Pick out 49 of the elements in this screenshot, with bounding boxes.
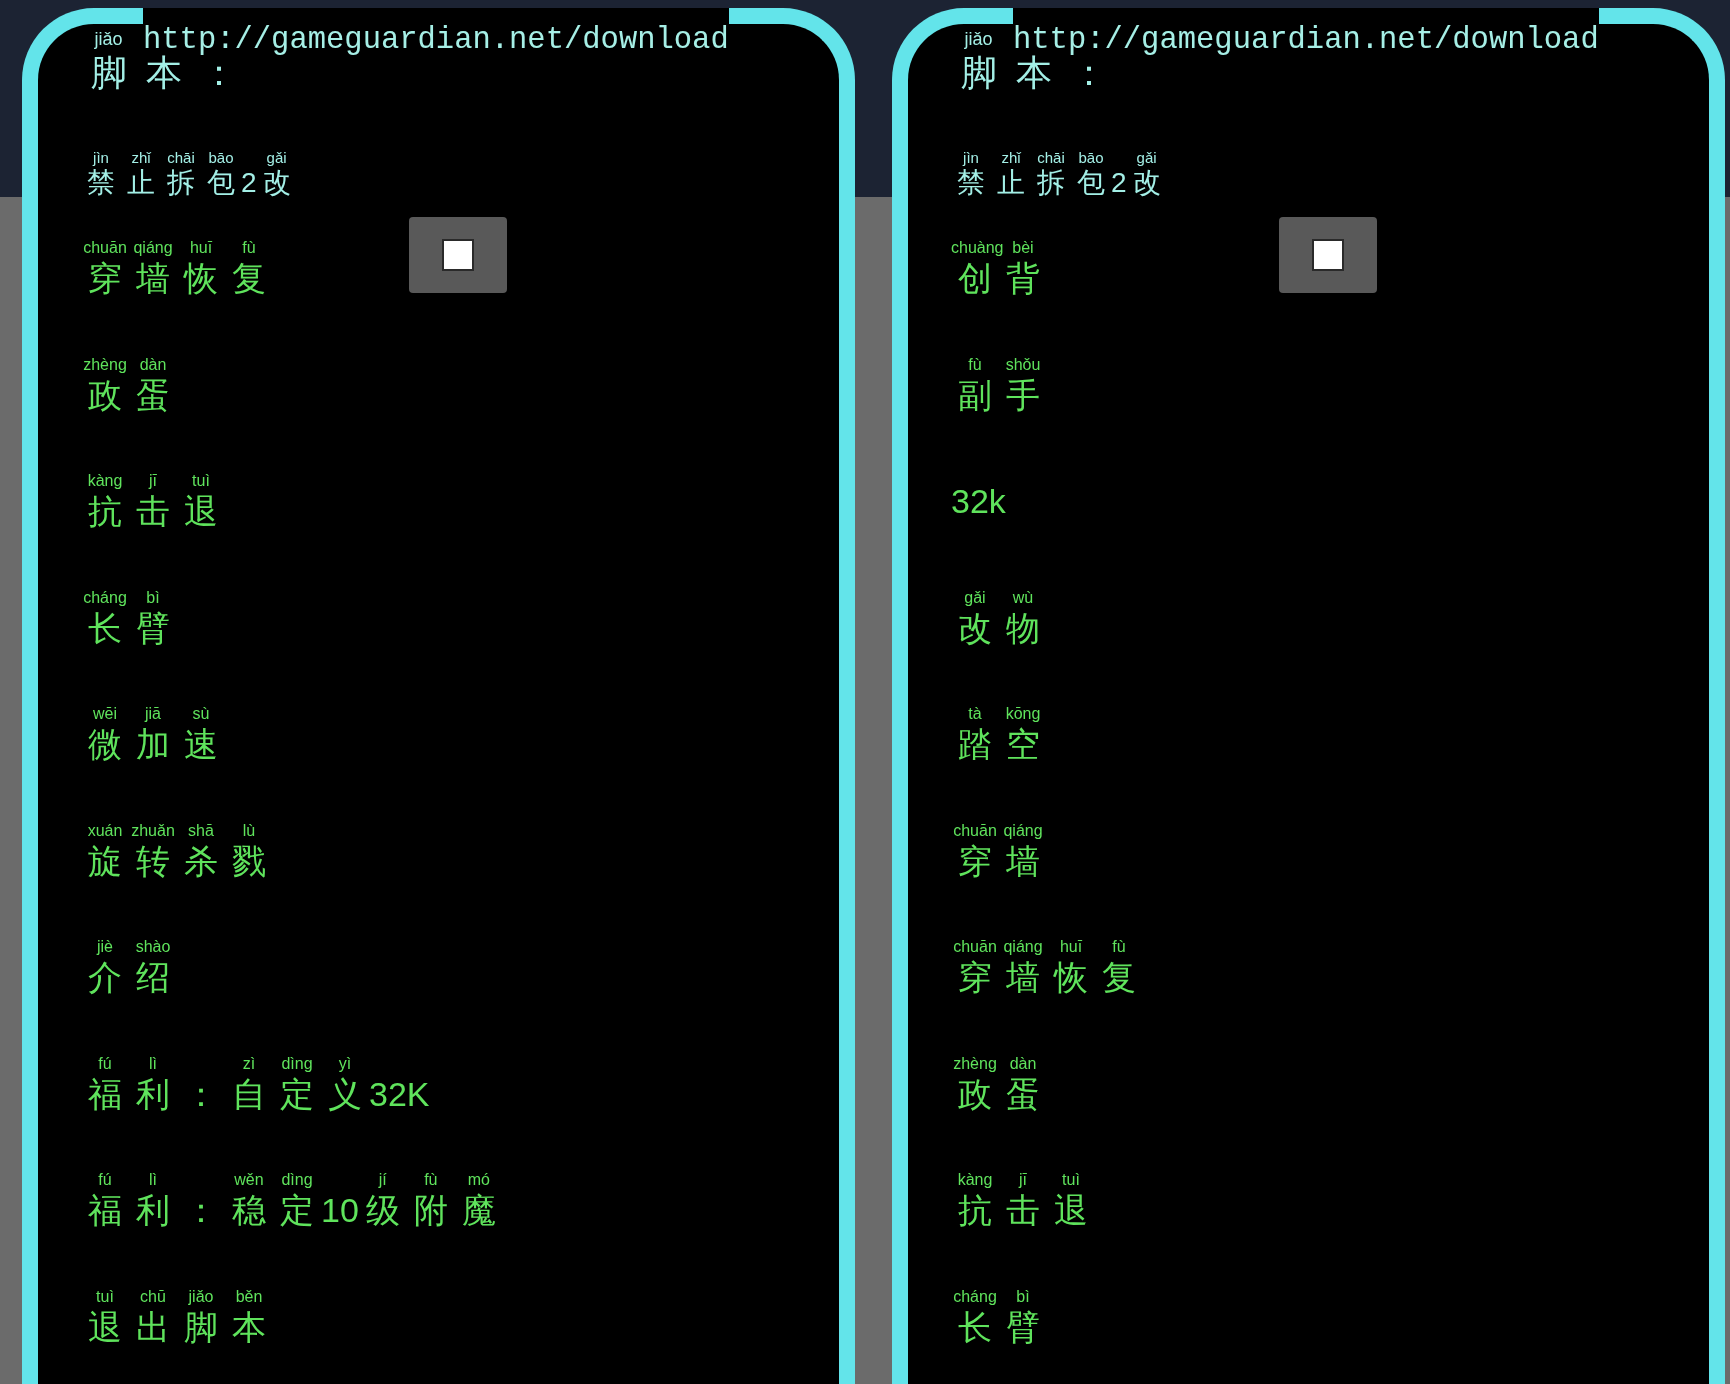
menu-item[interactable]: 长臂 xyxy=(77,607,181,648)
pinyin-annotation: jiǎo xyxy=(963,29,994,49)
menu-item[interactable]: 穿墙恢复 xyxy=(77,258,277,298)
pinyin-annotation: fú lì zì dìng yì xyxy=(97,1053,353,1074)
pinyin-annotation: kàng jī tuì xyxy=(86,471,211,491)
menu-item[interactable]: 退出脚本 xyxy=(77,1306,277,1347)
menu-item[interactable]: 32k xyxy=(947,481,1010,521)
square-icon xyxy=(442,239,474,271)
pinyin-annotation: fú lì wěn dìng jí fù mó xyxy=(97,1170,491,1190)
pinyin-annotation: chuān qiáng xyxy=(952,820,1044,841)
pinyin-annotation: kàng jī tuì xyxy=(956,1170,1081,1190)
url-text: http://gameguardian.net/download xyxy=(143,8,729,56)
menu-item[interactable]: 微加速 xyxy=(77,724,229,764)
menu-item[interactable]: 抗击退 xyxy=(77,491,229,531)
pinyin-annotation: cháng bì xyxy=(82,587,161,608)
menu-item[interactable]: 穿墙恢复 xyxy=(947,957,1147,997)
pinyin-annotation: gǎi wù xyxy=(963,587,1035,608)
pinyin-annotation: tuì chū jiǎo běn xyxy=(95,1286,264,1307)
menu-item[interactable]: 政蛋 xyxy=(947,1073,1051,1114)
pinyin-annotation: jiè shào xyxy=(95,937,172,957)
menu-item[interactable]: 穿墙 xyxy=(947,840,1051,881)
pinyin-annotation: jiǎo xyxy=(93,29,124,49)
menu-item[interactable]: 旋转杀戮 xyxy=(77,840,277,881)
pinyin-annotation: wēi jiā sù xyxy=(92,704,211,724)
menu-item[interactable]: 政蛋 xyxy=(77,374,181,415)
pinyin-annotation: jìn zhǐ chāi bāo gǎi xyxy=(961,149,1158,167)
pinyin-annotation: chuān qiáng huī fù xyxy=(952,937,1127,957)
pinyin-annotation: jìn zhǐ chāi bāo gǎi xyxy=(91,149,288,167)
menu-item[interactable]: 长臂 xyxy=(947,1306,1051,1347)
pinyin-annotation: fù shǒu xyxy=(967,354,1042,375)
pinyin-annotation: xuán zhuǎn shā lù xyxy=(86,820,257,841)
menu-item[interactable]: 副手 xyxy=(947,374,1051,415)
pinyin-annotation: chuàng bèi xyxy=(950,238,1035,258)
menu-item[interactable]: 踏空 xyxy=(947,724,1051,764)
pinyin-annotation: chuān qiáng huī fù xyxy=(82,238,257,258)
pinyin-annotation: zhèng dàn xyxy=(952,1053,1038,1074)
menu-item[interactable]: 介绍 xyxy=(77,957,181,997)
script-label: 脚本： xyxy=(89,54,237,92)
menu-item[interactable]: 改物 xyxy=(947,607,1051,648)
url-text: http://gameguardian.net/download xyxy=(1013,8,1599,56)
pinyin-annotation: cháng bì xyxy=(952,1286,1031,1307)
pinyin-annotation: tà kōng xyxy=(967,704,1042,724)
menu-item[interactable]: 抗击退 xyxy=(947,1190,1099,1230)
floating-button[interactable] xyxy=(409,217,507,293)
menu-item[interactable]: 创背 xyxy=(947,258,1051,298)
square-icon xyxy=(1312,239,1344,271)
pinyin-annotation: zhèng dàn xyxy=(82,354,168,375)
floating-button[interactable] xyxy=(1279,217,1377,293)
script-label: 脚本： xyxy=(959,54,1107,92)
